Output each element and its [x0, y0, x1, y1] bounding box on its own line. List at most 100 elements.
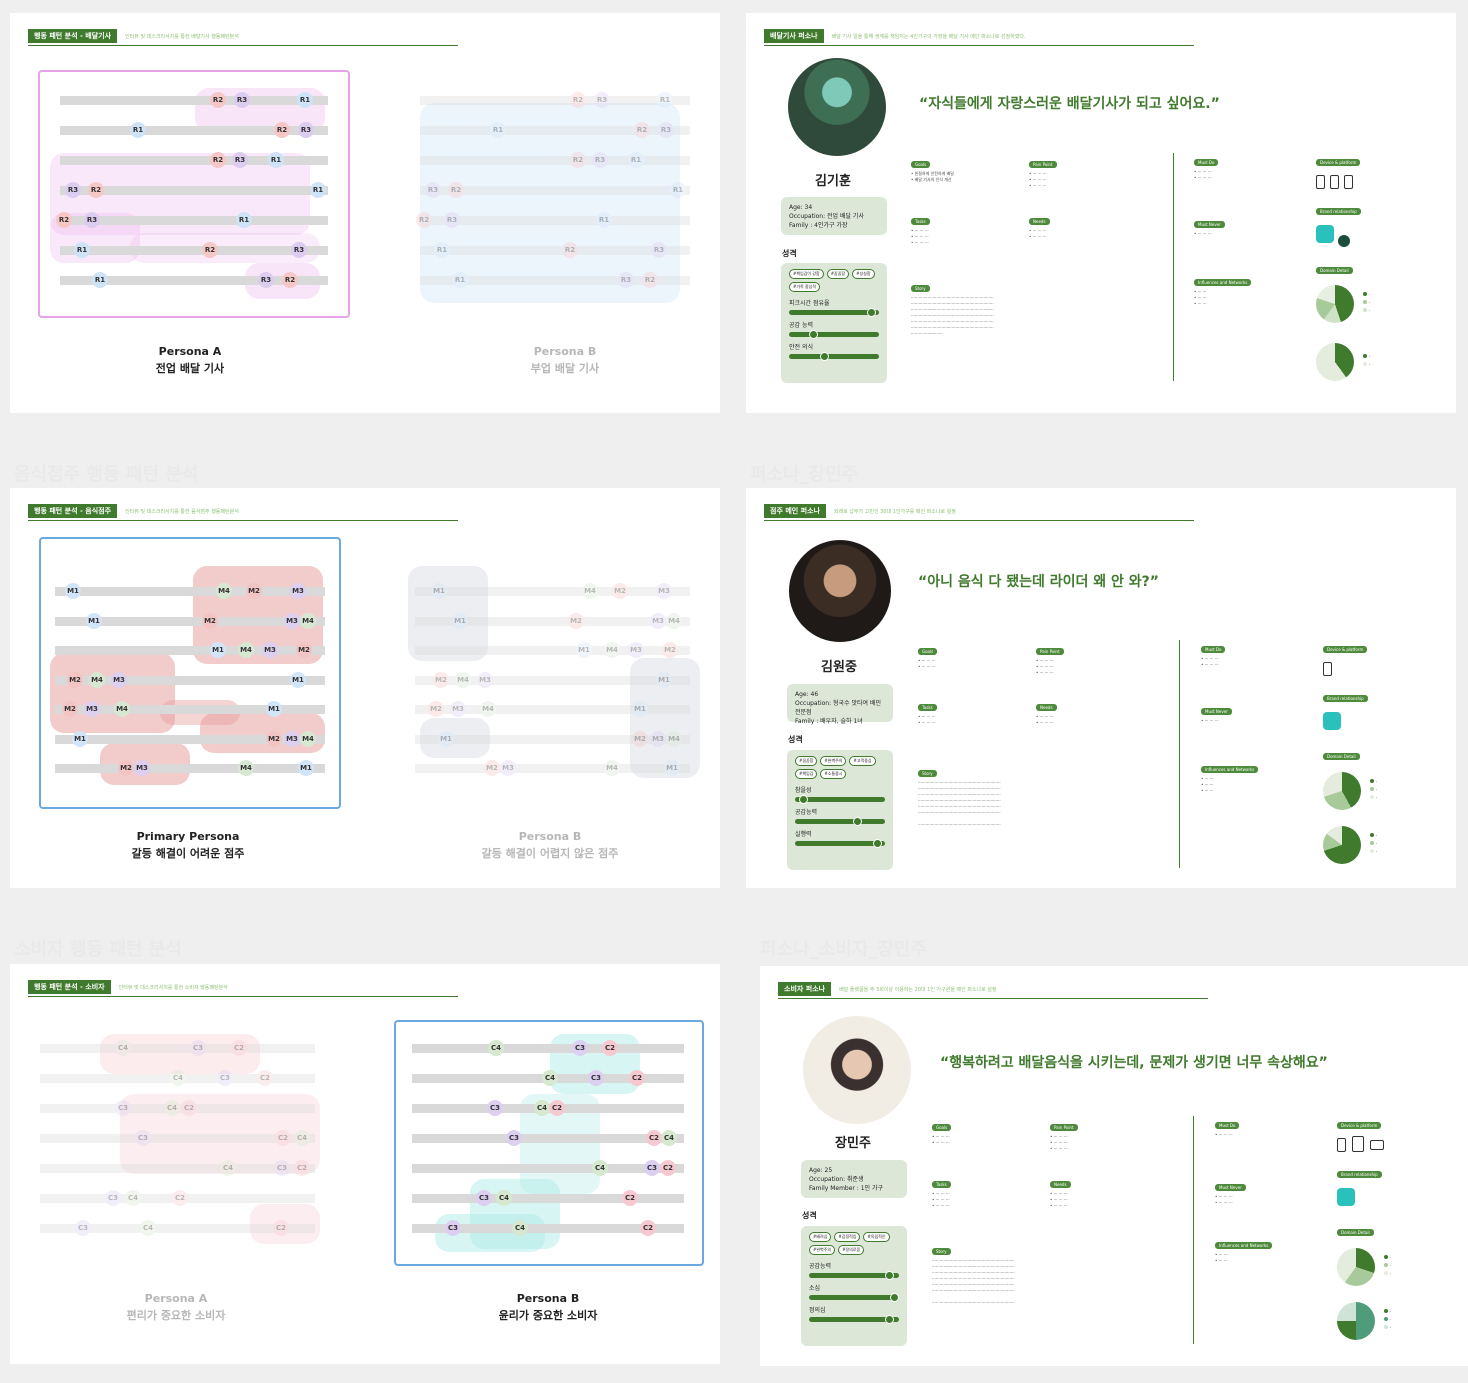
pain-point-tag: Pain Point — [1036, 648, 1064, 655]
timeline-bar — [415, 646, 690, 655]
trait-chip: #꼼꼼함 — [795, 756, 818, 766]
trait-chip: #책임감 — [795, 769, 818, 779]
goals-tag: Goals — [932, 1124, 952, 1131]
pattern-node: M1 — [86, 612, 102, 629]
trait-heading: 성격 — [802, 1211, 817, 1220]
persona-b-title: Persona B — [516, 1292, 580, 1305]
column-divider — [1173, 153, 1174, 381]
influences-text: • ··· ··· • ··· ··· • ··· ··· — [1194, 289, 1207, 306]
must-never-tag: Must Never — [1194, 221, 1225, 228]
persona-occupation: Occupation: 형국수 맛타여 배민 전문점 — [795, 700, 882, 716]
persona-a-desc: 편리가 중요한 소비자 — [126, 1309, 226, 1322]
section-subtitle: 배달 기사 일을 통해 생계를 책임지는 4인가구의 가장을 배달 기사 메인 … — [831, 33, 1026, 40]
tasks-tag: Tasks — [911, 218, 930, 225]
trait-name: 공감능력 — [809, 1263, 832, 1270]
pattern-node: M1 — [298, 760, 314, 776]
pattern-node: C3 — [135, 1130, 151, 1146]
pattern-node: M4 — [480, 701, 496, 717]
trait-slider — [795, 795, 885, 804]
section-header: 행동 패턴 분석 - 소비자 인터뷰 및 데스크리서치를 통한 소비자 행동패턴… — [28, 980, 228, 994]
pattern-node: C3 — [217, 1070, 233, 1086]
persona-name: 장민주 — [835, 1136, 871, 1151]
pattern-node: M3 — [111, 671, 127, 688]
trait-chip: #책임감이 강함 — [789, 269, 824, 279]
pattern-node: C2 — [257, 1070, 273, 1086]
pattern-node: R1 — [236, 212, 252, 228]
slide-owner-persona: 점주 메인 퍼소나 외래로 납부가 고민인 30대 1인가구를 메인 퍼소나로 … — [746, 488, 1456, 888]
story-text: ········································… — [918, 780, 1001, 827]
pattern-node: M4 — [300, 730, 316, 747]
section-subtitle: 인터뷰 및 데스크리서치를 통한 음식점주 행동패턴분석 — [125, 508, 239, 515]
must-do-tag: Must Do — [1194, 159, 1219, 166]
section-header: 점주 메인 퍼소나 외래로 납부가 고민인 30대 1인가구를 메인 퍼소나로 … — [764, 504, 956, 518]
must-do-text: • ··· ··· ··· • ··· ··· ··· — [1201, 656, 1219, 667]
domain-tag: Domain Detail — [1337, 1229, 1374, 1236]
pattern-node: C2 — [294, 1160, 310, 1176]
timeline-bar — [55, 646, 325, 655]
pattern-node: R2 — [56, 212, 72, 228]
pattern-node: R1 — [92, 272, 108, 288]
must-never-tag: Must Never — [1215, 1184, 1246, 1191]
pattern-node: M4 — [238, 642, 254, 658]
pattern-node: M3 — [450, 701, 466, 717]
ghost-title-4: 퍼소나_소비자_장민주 — [760, 939, 928, 960]
pattern-node: M1 — [664, 760, 680, 776]
pie-legend: · · · — [1384, 1254, 1391, 1278]
trait-chip: #가족 중심적 — [789, 282, 821, 292]
phone-icon — [1330, 175, 1339, 189]
pattern-node: R1 — [297, 92, 313, 108]
persona-occupation: Occupation: 취준생 — [809, 1176, 864, 1183]
phone-icon — [1337, 1138, 1346, 1152]
pattern-node: M1 — [632, 701, 648, 717]
pattern-node: M3 — [262, 642, 278, 658]
trait-list: 공감능력 소심 정의심 — [809, 1261, 899, 1324]
influences-tag: Influences and Networks — [1215, 1242, 1273, 1249]
pattern-node: C4 — [220, 1160, 236, 1176]
pattern-node: C3 — [644, 1160, 660, 1176]
persona-b-label: Persona B 윤리가 중요한 소비자 — [448, 1290, 648, 1324]
pattern-node: R3 — [592, 152, 608, 168]
trait-slider-handle — [889, 1293, 899, 1302]
trait-list: 참을성 공감능력 실행력 — [795, 785, 885, 848]
needs-text: • ··· ··· ··· • ··· ··· ··· — [1029, 228, 1047, 239]
story-text: ········································… — [911, 295, 994, 336]
section-header: 소비자 퍼소나 배달 플랫폼을 주 3회이상 이용하는 20대 1인 가구원을 … — [778, 982, 997, 996]
pattern-node: R2 — [274, 122, 290, 138]
needs-text: • ··· ··· ··· • ··· ··· ··· — [1036, 714, 1054, 725]
timeline-bar — [415, 587, 690, 596]
pattern-node: M1 — [266, 701, 282, 717]
pattern-node: R2 — [210, 152, 226, 168]
section-header: 배달기사 퍼소나 배달 기사 일을 통해 생계를 책임지는 4인가구의 가장을 … — [764, 29, 1026, 43]
pattern-node: C3 — [115, 1100, 131, 1116]
slide-rider-persona: 배달기사 퍼소나 배달 기사 일을 통해 생계를 책임지는 4인가구의 가장을 … — [746, 13, 1456, 413]
section-tag: 행동 패턴 분석 - 음식점주 — [28, 504, 118, 518]
pattern-node: M4 — [604, 760, 620, 776]
primary-persona-title: Primary Persona — [136, 830, 240, 843]
pattern-node: M2 — [632, 730, 648, 747]
pattern-node: R1 — [268, 152, 284, 168]
timeline-bar — [412, 1044, 684, 1053]
pattern-node: R3 — [651, 242, 667, 258]
pattern-node: M1 — [72, 730, 88, 747]
pattern-node: M3 — [650, 730, 666, 747]
trait-chip: #고객중심 — [849, 756, 876, 766]
pie-legend: · · · — [1370, 832, 1377, 856]
trait-chip: #배려심 — [809, 1232, 832, 1242]
persona-info: Age: 46 Occupation: 형국수 맛타여 배민 전문점 Famil… — [787, 684, 893, 725]
trait-chip: #완벽주의 — [809, 1245, 836, 1255]
slide-rider-pattern: 행동 패턴 분석 - 배달기사 인터뷰 및 데스크리서치를 통한 배달기사 행동… — [10, 13, 720, 413]
device-tag: Device & platform — [1316, 159, 1361, 166]
pie-legend: · · · — [1363, 291, 1370, 315]
pattern-node: R2 — [634, 122, 650, 138]
trait-slider — [789, 330, 879, 339]
trait-slider — [795, 817, 885, 826]
timeline-bar — [420, 96, 690, 105]
pattern-node: M2 — [67, 671, 83, 688]
pattern-node: M4 — [300, 612, 316, 629]
pattern-node: M4 — [582, 583, 598, 599]
persona-b-label: Persona B 부업 배달 기사 — [465, 343, 665, 377]
persona-quote: “자식들에게 자랑스러운 배달기사가 되고 싶어요.” — [919, 96, 1220, 112]
section-header: 행동 패턴 분석 - 배달기사 인터뷰 및 데스크리서치를 통한 배달기사 행동… — [28, 29, 239, 43]
timeline-bar — [60, 156, 328, 165]
pattern-node: C4 — [170, 1070, 186, 1086]
